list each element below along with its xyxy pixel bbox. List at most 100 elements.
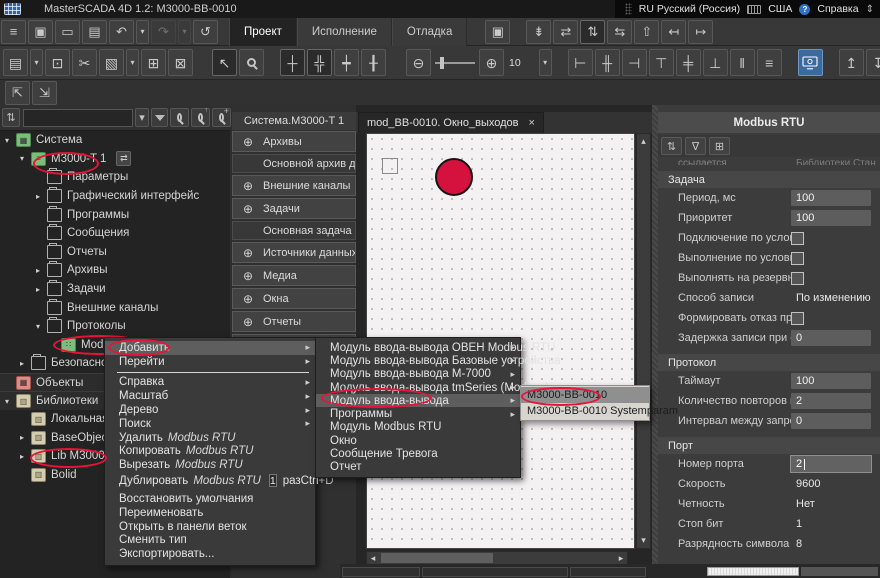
menu-item[interactable]: Открыть в панели веток (105, 520, 315, 534)
structure-item[interactable]: Окна (232, 288, 356, 309)
language-alt[interactable]: США (768, 3, 792, 15)
menu-item[interactable]: Добавить (105, 341, 315, 355)
property-checkbox[interactable] (791, 312, 804, 325)
search-add-button[interactable] (212, 108, 231, 127)
tree-item[interactable]: Задачи (0, 280, 230, 299)
align-right-button[interactable]: ⊣ (622, 49, 647, 76)
dock-panel-button[interactable]: ↦ (688, 20, 713, 44)
expand-icon[interactable] (36, 192, 47, 201)
submenu-item[interactable]: Сообщение Тревога (316, 447, 520, 460)
expand-icon[interactable] (20, 359, 31, 368)
expand-icon[interactable] (36, 322, 47, 331)
tree-item[interactable]: Протоколы (0, 317, 230, 336)
prop-group-button[interactable]: ⊞ (709, 137, 730, 155)
preview-monitor-button[interactable] (798, 49, 823, 76)
tree-item[interactable]: M3000-T 1 (0, 150, 230, 169)
submenu-item[interactable]: Отчет (316, 461, 520, 474)
selection-frame-button[interactable]: ▣ (485, 20, 510, 44)
search-input[interactable] (23, 109, 133, 127)
menu-item[interactable]: Удалить Modbus RTU (105, 431, 315, 445)
property-value[interactable]: 100 (791, 210, 871, 226)
hscroll-thumb[interactable] (381, 553, 493, 563)
expand-icon[interactable] (20, 452, 31, 461)
tree-item[interactable]: Архивы (0, 261, 230, 280)
zoom-in-button[interactable]: ⊕ (479, 49, 504, 76)
property-value[interactable]: 100 (791, 190, 871, 206)
menu-item[interactable]: Переименовать (105, 506, 315, 520)
menu-item[interactable]: Копировать Modbus RTU (105, 445, 315, 459)
structure-item[interactable]: Источники данных (232, 242, 356, 263)
structure-item[interactable]: Задачи (232, 198, 356, 219)
add-icon[interactable] (233, 179, 263, 193)
structure-item[interactable]: Медиа (232, 265, 356, 286)
expand-icon[interactable] (36, 266, 47, 275)
filter-button[interactable] (151, 108, 168, 127)
expand-icon[interactable] (5, 397, 16, 406)
menu-item[interactable]: Поиск (105, 417, 315, 431)
project-properties-button[interactable]: ▣ (28, 20, 53, 44)
language-current[interactable]: RU Русский (Россия) (639, 3, 740, 15)
tree-layout-2-button[interactable]: ⇄ (553, 20, 578, 44)
undo-dropdown[interactable]: ▾ (136, 20, 149, 44)
menu-item[interactable]: Дерево (105, 403, 315, 417)
dock-top-button[interactable]: ⇧ (634, 20, 659, 44)
scroll-down-icon[interactable] (637, 534, 650, 547)
duplicate-count-input[interactable]: 1 (269, 474, 277, 487)
canvas-circle-shape[interactable] (435, 158, 473, 196)
tab-debug[interactable]: Отладка (392, 18, 467, 46)
menu-item[interactable] (105, 369, 315, 376)
submenu-item[interactable]: Модуль ввода-вывода Базовые устройства (316, 354, 520, 367)
undo-button[interactable]: ↶ (109, 20, 134, 44)
structure-item[interactable]: Основная задача (232, 221, 356, 240)
structure-item[interactable]: Архивы (232, 131, 356, 152)
search-button[interactable] (170, 108, 189, 127)
align-top-button[interactable]: ⊤ (649, 49, 674, 76)
property-value[interactable]: По изменению (791, 292, 871, 304)
save-button[interactable]: ▤ (82, 20, 107, 44)
add-icon[interactable] (233, 246, 263, 260)
add-icon[interactable] (233, 269, 263, 283)
settings-button[interactable]: ≡ (1, 20, 26, 44)
menu-item[interactable]: Восстановить умолчания (105, 492, 315, 506)
paste-dropdown[interactable]: ▾ (30, 49, 43, 76)
property-checkbox[interactable] (791, 232, 804, 245)
scroll-up-icon[interactable] (637, 135, 650, 148)
help-icon[interactable] (799, 4, 810, 15)
expand-icon[interactable] (36, 285, 47, 294)
menu-item[interactable]: Перейти (105, 355, 315, 369)
tab-runtime[interactable]: Исполнение (297, 18, 392, 46)
scroll-left-icon[interactable] (367, 553, 379, 564)
submenu-item[interactable]: Модуль ввода-вывода (316, 394, 520, 407)
document-tab[interactable]: mod_BB-0010. Окно_выходов (358, 112, 544, 133)
property-checkbox[interactable] (791, 272, 804, 285)
flyout-item[interactable]: M3000-BB-0010 (521, 387, 649, 403)
align-middle-button[interactable]: ╪ (676, 49, 701, 76)
panel-hscroll-thumb[interactable] (707, 567, 799, 576)
add-icon[interactable] (233, 315, 263, 329)
redo-button[interactable]: ↷ (151, 20, 176, 44)
help-link[interactable]: Справка (817, 3, 858, 15)
menu-item[interactable]: Дублировать Modbus RTU 1 раз Ctrl+D (105, 472, 315, 489)
property-value[interactable]: 2 (791, 393, 871, 409)
submenu-item[interactable]: Окно (316, 434, 520, 447)
zoom-out-button[interactable]: ⊖ (406, 49, 431, 76)
menu-item[interactable]: Масштаб (105, 389, 315, 403)
property-checkbox[interactable] (791, 252, 804, 265)
distribute-v-button[interactable]: ≡ (757, 49, 782, 76)
open-project-button[interactable]: ▭ (55, 20, 80, 44)
prop-filter-button[interactable]: ∇ (685, 137, 706, 155)
add-icon[interactable] (233, 202, 263, 216)
send-back-button[interactable]: ↧ (866, 49, 880, 76)
redo-dropdown[interactable]: ▾ (178, 20, 191, 44)
canvas-hscrollbar[interactable] (366, 551, 628, 565)
property-value[interactable]: 1 (791, 518, 802, 530)
grid-bounds-button[interactable]: ╂ (361, 49, 386, 76)
property-value[interactable]: 100 (791, 373, 871, 389)
search-dropdown[interactable]: ▾ (135, 108, 149, 127)
dock-left-button[interactable]: ↤ (661, 20, 686, 44)
close-icon[interactable] (529, 117, 535, 129)
copy-button[interactable]: ⊡ (45, 49, 70, 76)
align-bottom-button[interactable]: ⊥ (703, 49, 728, 76)
bring-front-button[interactable]: ↥ (839, 49, 864, 76)
submenu-item[interactable]: Модуль ввода-вывода М-7000 (316, 368, 520, 381)
